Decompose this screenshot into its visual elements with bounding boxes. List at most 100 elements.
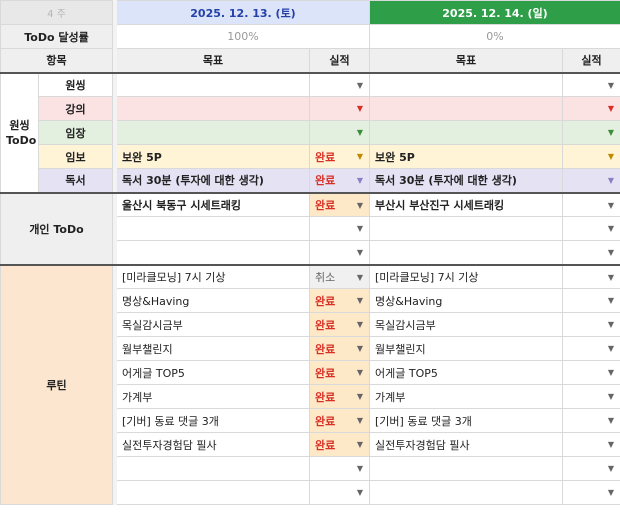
dropdown-arrow-icon[interactable]: ▼ xyxy=(608,488,614,497)
day1-goal-cell[interactable] xyxy=(116,71,310,97)
day1-result-cell[interactable]: 완료 ▼ xyxy=(309,144,370,169)
dropdown-arrow-icon[interactable]: ▼ xyxy=(357,128,363,137)
dropdown-arrow-icon[interactable]: ▼ xyxy=(608,320,614,329)
day1-result-cell[interactable]: 취소 ▼ xyxy=(309,263,370,289)
dropdown-arrow-icon[interactable]: ▼ xyxy=(608,344,614,353)
item-column-header[interactable]: 항목 xyxy=(0,48,113,73)
dropdown-arrow-icon[interactable]: ▼ xyxy=(608,152,614,161)
dropdown-arrow-icon[interactable]: ▼ xyxy=(357,152,363,161)
day2-result-cell[interactable]: ▼ xyxy=(562,240,620,265)
dropdown-arrow-icon[interactable]: ▼ xyxy=(357,81,363,90)
day2-result-cell[interactable]: ▼ xyxy=(562,144,620,169)
achievement-label[interactable]: ToDo 달성률 xyxy=(0,24,113,49)
day1-result-cell[interactable]: 완료 ▼ xyxy=(309,168,370,193)
day2-goal-cell[interactable]: 월부챌린지 xyxy=(369,336,563,361)
dropdown-arrow-icon[interactable]: ▼ xyxy=(357,392,363,401)
day1-result-cell[interactable]: ▼ xyxy=(309,71,370,97)
day2-result-header[interactable]: 실적 xyxy=(562,48,620,73)
day2-result-cell[interactable]: ▼ xyxy=(562,120,620,145)
day1-result-cell[interactable]: 완료 ▼ xyxy=(309,336,370,361)
day1-goal-cell[interactable] xyxy=(116,96,310,121)
dropdown-arrow-icon[interactable]: ▼ xyxy=(608,392,614,401)
day2-goal-cell[interactable]: [미라클모닝] 7시 기상 xyxy=(369,263,563,289)
dropdown-arrow-icon[interactable]: ▼ xyxy=(608,416,614,425)
dropdown-arrow-icon[interactable]: ▼ xyxy=(357,488,363,497)
day1-goal-cell[interactable] xyxy=(116,456,310,481)
day1-goal-cell[interactable]: 실전투자경험담 필사 xyxy=(116,432,310,457)
day1-goal-cell[interactable]: 울산시 북동구 시세트래킹 xyxy=(116,191,310,217)
day1-result-cell[interactable]: ▼ xyxy=(309,216,370,241)
dropdown-arrow-icon[interactable]: ▼ xyxy=(357,464,363,473)
category-label[interactable]: 원씽 xyxy=(38,71,113,97)
day2-result-cell[interactable]: ▼ xyxy=(562,71,620,97)
day2-goal-cell[interactable] xyxy=(369,216,563,241)
day1-date-header[interactable]: 2025. 12. 13. (토) xyxy=(116,0,370,25)
day2-result-cell[interactable]: ▼ xyxy=(562,480,620,505)
day2-achievement-rate[interactable]: 0% xyxy=(369,24,620,49)
day1-goal-cell[interactable]: 독서 30분 (투자에 대한 생각) xyxy=(116,168,310,193)
dropdown-arrow-icon[interactable]: ▼ xyxy=(357,296,363,305)
day2-goal-cell[interactable]: 독서 30분 (투자에 대한 생각) xyxy=(369,168,563,193)
day2-result-cell[interactable]: ▼ xyxy=(562,456,620,481)
day2-result-cell[interactable]: ▼ xyxy=(562,168,620,193)
day1-result-cell[interactable]: 완료 ▼ xyxy=(309,191,370,217)
day1-result-cell[interactable]: 완료 ▼ xyxy=(309,432,370,457)
dropdown-arrow-icon[interactable]: ▼ xyxy=(608,81,614,90)
day1-result-cell[interactable]: ▼ xyxy=(309,120,370,145)
dropdown-arrow-icon[interactable]: ▼ xyxy=(608,104,614,113)
dropdown-arrow-icon[interactable]: ▼ xyxy=(357,104,363,113)
dropdown-arrow-icon[interactable]: ▼ xyxy=(608,248,614,257)
dropdown-arrow-icon[interactable]: ▼ xyxy=(357,416,363,425)
day2-goal-cell[interactable] xyxy=(369,96,563,121)
category-label[interactable]: 강의 xyxy=(38,96,113,121)
day2-goal-cell[interactable] xyxy=(369,456,563,481)
day1-goal-cell[interactable]: 보완 5P xyxy=(116,144,310,169)
day2-goal-cell[interactable] xyxy=(369,480,563,505)
category-label[interactable]: 임장 xyxy=(38,120,113,145)
dropdown-arrow-icon[interactable]: ▼ xyxy=(608,296,614,305)
day1-achievement-rate[interactable]: 100% xyxy=(116,24,370,49)
day2-goal-cell[interactable]: 어게글 TOP5 xyxy=(369,360,563,385)
day1-goal-cell[interactable] xyxy=(116,240,310,265)
dropdown-arrow-icon[interactable]: ▼ xyxy=(357,368,363,377)
day1-result-cell[interactable]: ▼ xyxy=(309,480,370,505)
day2-goal-cell[interactable] xyxy=(369,120,563,145)
dropdown-arrow-icon[interactable]: ▼ xyxy=(357,201,363,210)
dropdown-arrow-icon[interactable]: ▼ xyxy=(608,224,614,233)
dropdown-arrow-icon[interactable]: ▼ xyxy=(357,320,363,329)
day2-goal-header[interactable]: 목표 xyxy=(369,48,563,73)
day1-goal-cell[interactable]: 명상&Having xyxy=(116,288,310,313)
day1-result-cell[interactable]: 완료 ▼ xyxy=(309,408,370,433)
day2-result-cell[interactable]: ▼ xyxy=(562,408,620,433)
day2-result-cell[interactable]: ▼ xyxy=(562,96,620,121)
dropdown-arrow-icon[interactable]: ▼ xyxy=(357,440,363,449)
day2-result-cell[interactable]: ▼ xyxy=(562,312,620,337)
day1-result-cell[interactable]: 완료 ▼ xyxy=(309,360,370,385)
day2-date-header[interactable]: 2025. 12. 14. (일) xyxy=(369,0,620,25)
dropdown-arrow-icon[interactable]: ▼ xyxy=(357,248,363,257)
day2-result-cell[interactable]: ▼ xyxy=(562,288,620,313)
day2-goal-cell[interactable]: 보완 5P xyxy=(369,144,563,169)
day1-goal-cell[interactable] xyxy=(116,480,310,505)
day2-result-cell[interactable]: ▼ xyxy=(562,384,620,409)
dropdown-arrow-icon[interactable]: ▼ xyxy=(357,176,363,185)
group-label-personal[interactable]: 개인 ToDo xyxy=(0,191,113,265)
day1-goal-cell[interactable]: 가계부 xyxy=(116,384,310,409)
group-label-routine[interactable]: 루틴 xyxy=(0,263,113,505)
day1-goal-cell[interactable] xyxy=(116,120,310,145)
day2-goal-cell[interactable]: [기버] 동료 댓글 3개 xyxy=(369,408,563,433)
day2-goal-cell[interactable]: 명상&Having xyxy=(369,288,563,313)
day2-result-cell[interactable]: ▼ xyxy=(562,263,620,289)
week-label[interactable]: 4 주 xyxy=(0,0,113,25)
day2-result-cell[interactable]: ▼ xyxy=(562,191,620,217)
dropdown-arrow-icon[interactable]: ▼ xyxy=(608,176,614,185)
day2-goal-cell[interactable] xyxy=(369,71,563,97)
day2-goal-cell[interactable]: 목실감시금부 xyxy=(369,312,563,337)
day1-goal-cell[interactable]: 어게글 TOP5 xyxy=(116,360,310,385)
dropdown-arrow-icon[interactable]: ▼ xyxy=(608,368,614,377)
day1-goal-cell[interactable] xyxy=(116,216,310,241)
day1-result-cell[interactable]: 완료 ▼ xyxy=(309,312,370,337)
day2-goal-cell[interactable]: 부산시 부산진구 시세트래킹 xyxy=(369,191,563,217)
day1-goal-cell[interactable]: 목실감시금부 xyxy=(116,312,310,337)
day1-result-cell[interactable]: 완료 ▼ xyxy=(309,384,370,409)
